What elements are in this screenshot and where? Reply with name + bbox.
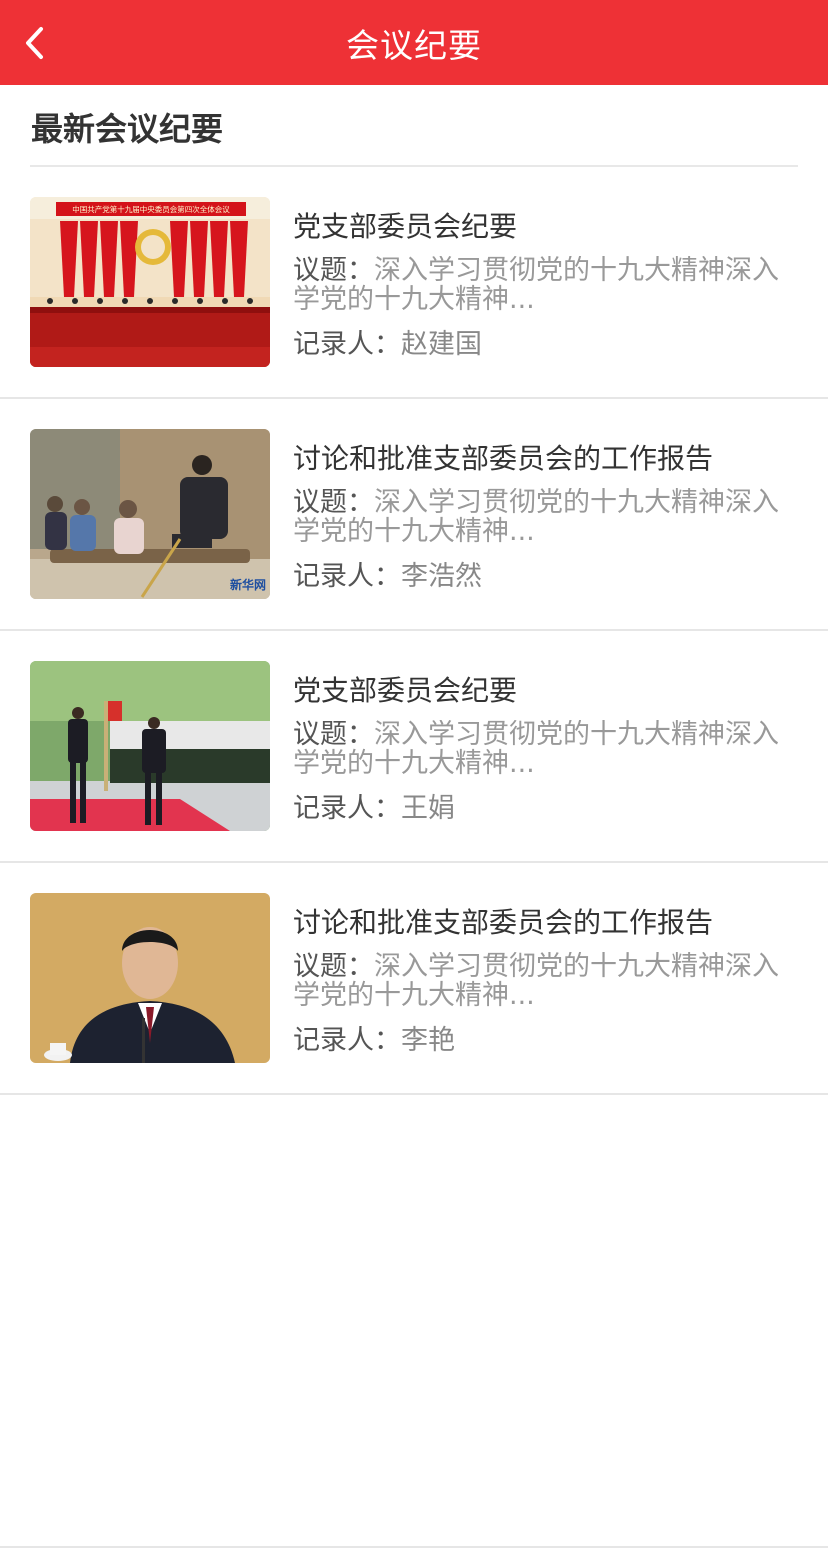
item-recorder: 记录人：李浩然 (293, 554, 482, 593)
item-title: 讨论和批准支部委员会的工作报告 (293, 442, 714, 475)
recorder-value: 王娟 (401, 793, 455, 824)
list-item[interactable]: 讨论和批准支部委员会的工作报告 议题：深入学习贯彻党的十九大精神深入学党的十九大… (0, 863, 828, 1095)
item-topic: 议题：深入学习贯彻党的十九大精神深入学党的十九大精神... (293, 488, 803, 546)
item-recorder: 记录人：李艳 (293, 1018, 455, 1057)
image-banner-text: 中国共产党第十九届中央委员会第四次全体会议 (72, 204, 230, 214)
topic-label: 议题： (293, 952, 374, 982)
party-congress-meeting-photo: 中国共产党第十九届中央委员会第四次全体会议 (30, 197, 270, 367)
recorder-label: 记录人： (293, 561, 401, 592)
recorder-label: 记录人： (293, 329, 401, 360)
list-item[interactable]: 中国共产党第十九届中央委员会第四次全体会议 党支部委员会纪要 议题：深入学习贯彻… (0, 167, 828, 399)
recorder-label: 记录人： (293, 1025, 401, 1056)
item-recorder: 记录人：赵建国 (293, 322, 482, 361)
item-title: 党支部委员会纪要 (293, 674, 518, 707)
recorder-value: 李浩然 (401, 561, 482, 592)
minutes-list: 中国共产党第十九届中央委员会第四次全体会议 党支部委员会纪要 议题：深入学习贯彻… (0, 167, 828, 1095)
topic-label: 议题： (293, 488, 374, 518)
item-topic: 议题：深入学习贯彻党的十九大精神深入学党的十九大精神... (293, 256, 803, 314)
section-title: 最新会议纪要 (31, 110, 224, 148)
recorder-label: 记录人： (293, 793, 401, 824)
recorder-value: 赵建国 (401, 329, 482, 360)
nav-bar: 会议纪要 (0, 0, 828, 85)
honor-guard-review-photo (30, 661, 270, 831)
item-topic: 议题：深入学习贯彻党的十九大精神深入学党的十九大精神... (293, 720, 803, 778)
back-button[interactable] (0, 0, 70, 85)
topic-label: 议题： (293, 256, 374, 286)
list-item[interactable]: 新华网 讨论和批准支部委员会的工作报告 议题：深入学习贯彻党的十九大精神深入学党… (0, 399, 828, 631)
chevron-left-icon (26, 26, 43, 59)
item-title: 党支部委员会纪要 (293, 210, 518, 243)
item-topic: 议题：深入学习贯彻党的十九大精神深入学党的十九大精神... (293, 952, 803, 1010)
speaker-portrait-photo (30, 893, 270, 1063)
item-title: 讨论和批准支部委员会的工作报告 (293, 906, 714, 939)
item-recorder: 记录人：王娟 (293, 786, 455, 825)
list-item[interactable]: 党支部委员会纪要 议题：深入学习贯彻党的十九大精神深入学党的十九大精神... 记… (0, 631, 828, 863)
page-title: 会议纪要 (346, 25, 482, 65)
topic-label: 议题： (293, 720, 374, 750)
villagers-seated-outdoors-photo: 新华网 (30, 429, 270, 599)
recorder-value: 李艳 (401, 1025, 455, 1056)
image-watermark-text: 新华网 (230, 577, 266, 592)
